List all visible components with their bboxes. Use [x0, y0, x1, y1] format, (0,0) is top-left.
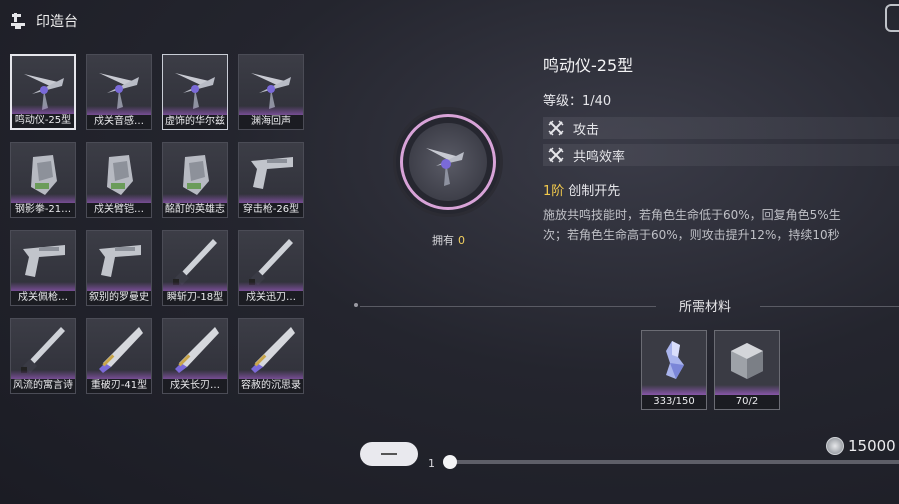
weapon-card[interactable]: 戍关臂铠… — [86, 142, 152, 218]
weapon-card-name: 戍关迅刀… — [239, 291, 303, 305]
weapon-card[interactable]: 瞬斩刀-18型 — [162, 230, 228, 306]
stat-row-energy-regen: 共鸣效率 — [543, 144, 899, 166]
divider-dot — [354, 303, 358, 307]
materials-title: 所需材料 — [679, 300, 732, 315]
weapon-card[interactable]: 叙别的罗曼史 — [86, 230, 152, 306]
sword-icon — [21, 327, 65, 374]
weapon-card[interactable]: 容赦的沉思录 — [238, 318, 304, 394]
weapon-card-name: 戍关长刃… — [163, 379, 227, 393]
quantity-slider[interactable] — [446, 460, 899, 464]
weapon-card-name: 容赦的沉思录 — [239, 379, 303, 393]
weapon-card[interactable]: 戍关佩枪… — [10, 230, 76, 306]
weapon-preview — [396, 110, 500, 214]
metal-cube-icon — [731, 343, 763, 379]
weapon-card[interactable]: 虚饰的华尔兹 — [162, 54, 228, 130]
weapon-card-name: 叙别的罗曼史 — [87, 291, 151, 305]
weapon-card-name: 风流的寓言诗 — [11, 379, 75, 393]
divider-left — [360, 306, 656, 307]
crystal-material-icon — [666, 341, 684, 379]
owned-value: 0 — [458, 234, 465, 247]
weapon-card-name: 戍关音感… — [87, 115, 151, 129]
description-line: 次；若角色生命高于60%，则攻击提升12%，持续10秒 — [543, 228, 840, 242]
weapon-card[interactable]: 风流的寓言诗 — [10, 318, 76, 394]
weapon-card-name: 酩酊的英雄志 — [163, 203, 227, 217]
broadblade-icon — [175, 327, 219, 373]
broadblade-icon — [251, 327, 295, 373]
weapon-card[interactable]: 酩酊的英雄志 — [162, 142, 228, 218]
decrease-button[interactable] — [360, 442, 418, 466]
skill-name: 创制开先 — [568, 184, 621, 199]
rarity-strip — [642, 385, 706, 395]
weapon-card-name: 瞬斩刀-18型 — [163, 291, 227, 305]
crossed-swords-icon — [548, 147, 564, 163]
weapon-card-name: 戍关佩枪… — [11, 291, 75, 305]
material-quantity: 70/2 — [715, 395, 779, 409]
shell-credit-icon — [826, 437, 844, 455]
stat-label: 共鸣效率 — [573, 149, 626, 165]
minus-icon — [381, 453, 397, 455]
rectifier-icon — [251, 73, 291, 109]
weapon-card-name: 虚饰的华尔兹 — [163, 115, 227, 129]
weapon-card-name: 钢影拳-21… — [11, 203, 75, 217]
weapon-card[interactable]: 戍关长刃… — [162, 318, 228, 394]
owned-label: 拥有 — [432, 234, 454, 247]
pistol-icon — [251, 157, 293, 189]
rarity-strip — [715, 385, 779, 395]
craft-quantity: 1 — [428, 457, 435, 470]
skill-tier: 1阶 — [543, 184, 565, 199]
stat-row-attack: 攻击 — [543, 117, 899, 139]
skill-description: 施放共鸣技能时，若角色生命低于60%，回复角色5%生 次；若角色生命高于60%，… — [543, 205, 899, 245]
weapon-card-name: 重破刃-41型 — [87, 379, 151, 393]
sword-icon — [173, 239, 217, 286]
broadblade-icon — [99, 327, 143, 373]
weapon-card[interactable]: 穿击枪-26型 — [238, 142, 304, 218]
weapon-card[interactable]: 鸣动仪-25型 — [10, 54, 76, 130]
preview-image — [409, 123, 487, 201]
material-item[interactable]: 70/2 — [714, 330, 780, 410]
rectifier-icon — [99, 73, 139, 109]
sword-icon — [249, 239, 293, 286]
crossed-swords-icon — [548, 120, 564, 136]
weapon-card-name: 穿击枪-26型 — [239, 203, 303, 217]
weapon-card[interactable]: 重破刃-41型 — [86, 318, 152, 394]
gauntlet-icon — [31, 155, 57, 195]
page-title: 印造台 — [36, 14, 78, 30]
weapon-level: 等级：1/40 — [543, 94, 612, 109]
weapon-card[interactable]: 戍关音感… — [86, 54, 152, 130]
weapon-card[interactable]: 钢影拳-21… — [10, 142, 76, 218]
description-line: 施放共鸣技能时，若角色生命低于60%，回复角色5%生 — [543, 208, 841, 222]
menu-button[interactable] — [885, 4, 899, 32]
weapon-card-name: 鸣动仪-25型 — [12, 114, 74, 128]
skill-title: 1阶 创制开先 — [543, 180, 899, 199]
weapon-detail: 鸣动仪-25型 等级：1/40 攻击 共鸣效率 1阶 创制开先 施放共鸣技能时，若… — [543, 52, 899, 245]
material-quantity: 333/150 — [642, 395, 706, 409]
pistol-icon — [23, 245, 65, 277]
craft-cost: 15000 — [848, 437, 896, 455]
weapon-card[interactable]: 戍关迅刀… — [238, 230, 304, 306]
divider-right — [760, 306, 899, 307]
material-item[interactable]: 333/150 — [641, 330, 707, 410]
weapon-grid: 鸣动仪-25型 戍关音感… 虚饰的华尔兹 渊海回声钢影拳-21… 戍关臂铠… 酩酊的英雄志… — [10, 54, 304, 394]
gauntlet-icon — [183, 155, 209, 195]
rectifier-icon — [426, 148, 464, 186]
rectifier-icon — [175, 73, 215, 109]
weapon-card-name: 戍关臂铠… — [87, 203, 151, 217]
slider-handle[interactable] — [443, 455, 457, 469]
forge-icon — [11, 13, 25, 29]
header: 印造台 — [8, 8, 78, 34]
owned-count: 拥有 0 — [432, 232, 465, 248]
weapon-name: 鸣动仪-25型 — [543, 56, 634, 75]
weapon-card[interactable]: 渊海回声 — [238, 54, 304, 130]
stat-label: 攻击 — [573, 122, 600, 138]
pistol-icon — [99, 245, 141, 277]
weapon-card-name: 渊海回声 — [239, 115, 303, 129]
gauntlet-icon — [107, 155, 133, 195]
